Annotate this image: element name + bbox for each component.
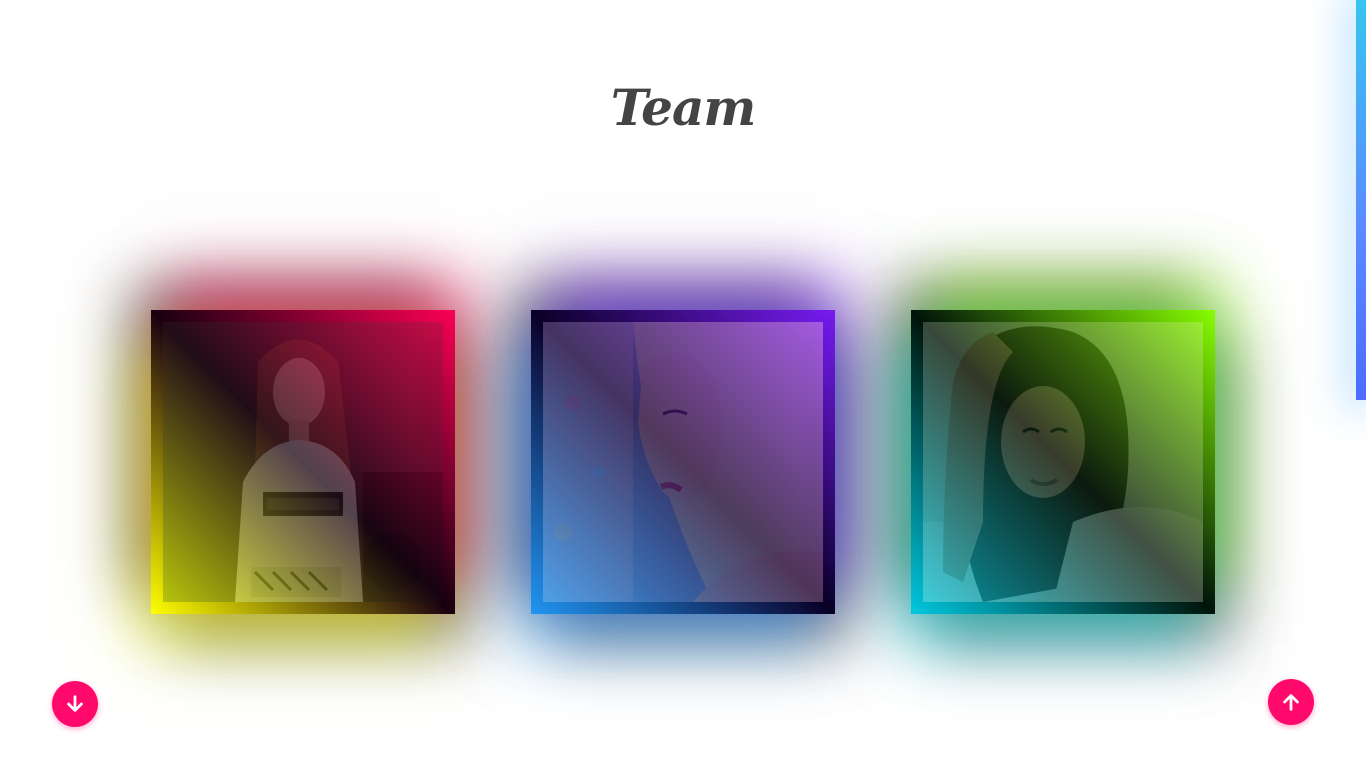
team-page: Team xyxy=(0,0,1366,768)
team-member-photo-1 xyxy=(163,322,443,602)
scroll-down-button[interactable] xyxy=(52,681,98,727)
card-gradient-overlay-3 xyxy=(923,322,1203,602)
card-gradient-overlay-1 xyxy=(163,322,443,602)
team-card-2[interactable] xyxy=(531,310,835,614)
team-member-photo-2 xyxy=(543,322,823,602)
arrow-down-icon xyxy=(67,695,83,712)
team-cards xyxy=(0,0,1366,768)
team-card-1[interactable] xyxy=(151,310,455,614)
team-card-3[interactable] xyxy=(911,310,1215,614)
team-member-photo-3 xyxy=(923,322,1203,602)
arrow-up-icon xyxy=(1283,694,1299,711)
card-gradient-overlay-2 xyxy=(543,322,823,602)
scroll-up-button[interactable] xyxy=(1268,679,1314,725)
